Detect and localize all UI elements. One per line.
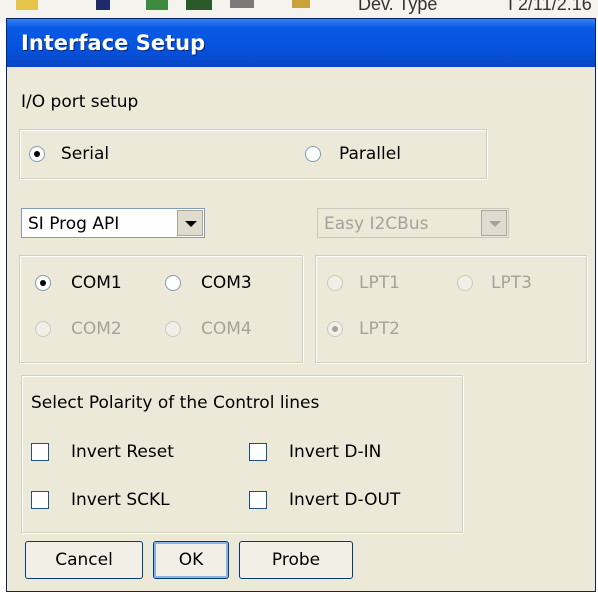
com-port-group xyxy=(19,255,303,363)
invert-reset-label[interactable]: Invert Reset xyxy=(71,442,174,462)
toolbar-icon xyxy=(292,0,310,8)
parallel-driver-value: Easy I2CBus xyxy=(324,214,429,234)
chevron-down-icon xyxy=(481,210,507,236)
lpt2-label: LPT2 xyxy=(359,319,400,339)
com4-radio xyxy=(165,321,181,337)
probe-button[interactable]: Probe xyxy=(239,541,353,579)
serial-radio[interactable] xyxy=(29,146,45,162)
com2-label: COM2 xyxy=(71,319,122,339)
dialog-title: Interface Setup xyxy=(21,31,206,55)
radio-selected-dot xyxy=(40,280,46,286)
invert-reset-checkbox[interactable] xyxy=(31,443,49,461)
title-bar[interactable]: Interface Setup xyxy=(7,19,595,67)
ok-button[interactable]: OK xyxy=(153,541,229,579)
invert-sckl-label[interactable]: Invert SCKL xyxy=(71,490,170,510)
serial-label[interactable]: Serial xyxy=(61,144,109,164)
com3-label[interactable]: COM3 xyxy=(201,273,252,293)
invert-din-label[interactable]: Invert D-IN xyxy=(289,442,381,462)
invert-dout-checkbox[interactable] xyxy=(249,491,267,509)
lpt1-radio xyxy=(327,275,343,291)
io-port-setup-label: I/O port setup xyxy=(21,92,139,112)
lpt3-radio xyxy=(457,275,473,291)
toolbar-icon xyxy=(230,0,254,8)
lpt-port-group xyxy=(315,255,587,363)
lpt1-label: LPT1 xyxy=(359,273,400,293)
com4-label: COM4 xyxy=(201,319,252,339)
invert-din-checkbox[interactable] xyxy=(249,443,267,461)
toolbar-icon xyxy=(146,0,168,10)
parallel-driver-select: Easy I2CBus xyxy=(317,208,509,238)
serial-driver-select[interactable]: SI Prog API xyxy=(21,208,205,238)
chevron-down-icon[interactable] xyxy=(177,210,203,236)
radio-selected-dot xyxy=(34,151,40,157)
com1-radio[interactable] xyxy=(35,275,51,291)
toolbar-icon xyxy=(16,0,38,10)
column-header-dev-type: Dev. Type xyxy=(358,0,438,14)
polarity-heading: Select Polarity of the Control lines xyxy=(31,393,320,413)
invert-dout-label[interactable]: Invert D-OUT xyxy=(289,490,400,510)
cancel-button[interactable]: Cancel xyxy=(25,541,143,579)
lpt2-radio xyxy=(327,321,343,337)
parallel-radio[interactable] xyxy=(305,146,321,162)
invert-sckl-checkbox[interactable] xyxy=(31,491,49,509)
radio-selected-dot xyxy=(332,326,338,332)
com1-label[interactable]: COM1 xyxy=(71,273,122,293)
lpt3-label: LPT3 xyxy=(491,273,532,293)
com3-radio[interactable] xyxy=(165,275,181,291)
serial-driver-value: SI Prog API xyxy=(28,214,120,234)
interface-setup-dialog: Interface Setup I/O port setup Serial Pa… xyxy=(6,18,596,592)
com2-radio xyxy=(35,321,51,337)
toolbar-icon xyxy=(186,0,212,10)
column-header-date: I 2/11/2.16 xyxy=(508,0,592,14)
toolbar-icon xyxy=(96,0,110,10)
parallel-label[interactable]: Parallel xyxy=(339,144,401,164)
dialog-body: I/O port setup Serial Parallel SI Prog A… xyxy=(11,67,591,589)
